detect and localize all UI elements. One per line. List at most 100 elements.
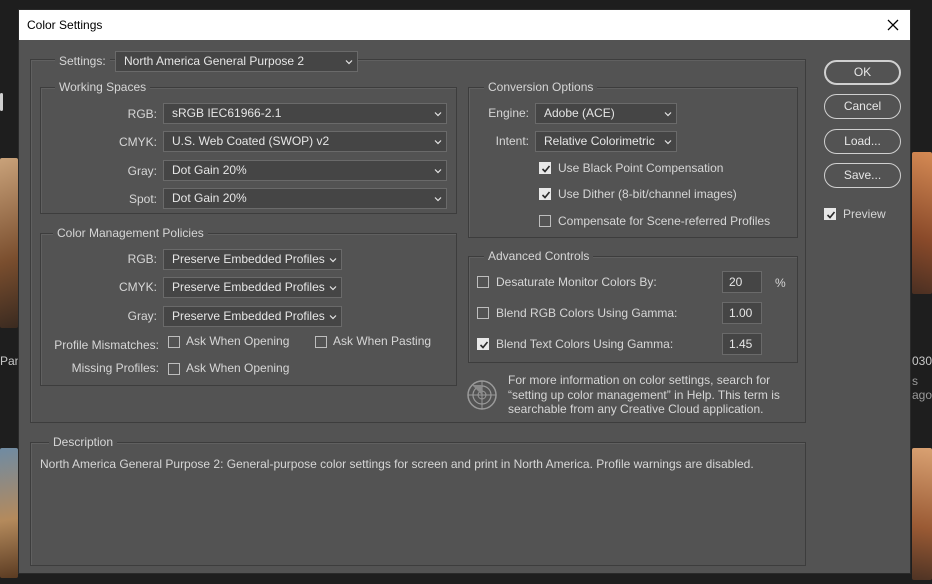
settings-select[interactable]: North America General Purpose 2 — [115, 51, 358, 72]
scene-referred-checkbox[interactable] — [539, 215, 551, 227]
policy-rgb-label: RGB: — [127, 252, 157, 266]
ask-when-opening-checkbox[interactable] — [168, 336, 180, 348]
background-thumbnail-right — [912, 152, 932, 294]
ws-cmyk-value: U.S. Web Coated (SWOP) v2 — [172, 134, 330, 148]
engine-select[interactable]: Adobe (ACE) — [535, 103, 677, 124]
chevron-down-icon — [434, 197, 442, 202]
chevron-down-icon — [329, 315, 337, 320]
description-title: Description — [49, 435, 118, 449]
profile-mismatches-label: Profile Mismatches: — [54, 338, 159, 352]
missing-ask-when-opening-checkbox[interactable] — [168, 363, 180, 375]
conversion-options-title: Conversion Options — [484, 80, 598, 94]
chevron-down-icon — [329, 286, 337, 291]
dialog-title: Color Settings — [27, 18, 103, 32]
settings-label: Settings: — [55, 54, 110, 68]
advanced-controls-title: Advanced Controls — [484, 249, 594, 263]
intent-select[interactable]: Relative Colorimetric — [535, 131, 677, 152]
blend-text-value: 1.45 — [729, 337, 753, 351]
ask-when-pasting-label: Ask When Pasting — [333, 334, 432, 348]
checkmark-icon — [479, 341, 489, 349]
blend-text-checkbox[interactable] — [477, 338, 489, 350]
policy-cmyk-select[interactable]: Preserve Embedded Profiles — [163, 277, 342, 298]
blend-rgb-label: Blend RGB Colors Using Gamma: — [496, 306, 678, 320]
scene-referred-label: Compensate for Scene-referred Profiles — [558, 214, 771, 228]
black-point-checkbox[interactable] — [539, 162, 551, 174]
title-bar: Color Settings — [19, 10, 910, 40]
blend-rgb-input[interactable]: 1.00 — [722, 302, 762, 324]
policy-cmyk-value: Preserve Embedded Profiles — [172, 280, 325, 294]
dither-label: Use Dither (8-bit/channel images) — [558, 187, 737, 201]
engine-value: Adobe (ACE) — [544, 106, 615, 120]
chevron-down-icon — [329, 258, 337, 263]
checkmark-icon — [541, 191, 551, 199]
desaturate-checkbox[interactable] — [477, 276, 489, 288]
policy-gray-label: Gray: — [127, 309, 157, 323]
intent-value: Relative Colorimetric — [544, 134, 655, 148]
load-button[interactable]: Load... — [824, 129, 901, 154]
desaturate-input[interactable]: 20 — [722, 271, 762, 293]
ws-spot-label: Spot: — [128, 192, 157, 206]
ask-when-pasting-checkbox[interactable] — [315, 336, 327, 348]
info-line-3: searchable from any Creative Cloud appli… — [508, 402, 764, 416]
checkmark-icon — [826, 211, 836, 219]
chevron-down-icon — [434, 169, 442, 174]
desaturate-label: Desaturate Monitor Colors By: — [496, 275, 657, 289]
background-thumbnail-left-2 — [0, 448, 18, 578]
blend-rgb-checkbox[interactable] — [477, 307, 489, 319]
policy-rgb-value: Preserve Embedded Profiles — [172, 252, 325, 266]
info-line-2: “setting up color management” in Help. T… — [508, 387, 780, 402]
color-management-info-icon — [467, 380, 497, 410]
blend-text-label: Blend Text Colors Using Gamma: — [496, 337, 674, 351]
info-line-1: For more information on color settings, … — [508, 373, 771, 387]
cancel-button[interactable]: Cancel — [824, 94, 901, 119]
close-button[interactable] — [882, 14, 904, 36]
intent-label: Intent: — [495, 134, 529, 148]
ws-gray-value: Dot Gain 20% — [172, 163, 247, 177]
ws-rgb-label: RGB: — [127, 107, 157, 121]
policy-cmyk-label: CMYK: — [118, 280, 157, 294]
chevron-down-icon — [434, 112, 442, 117]
save-button[interactable]: Save... — [824, 163, 901, 188]
desaturate-value: 20 — [729, 275, 743, 289]
policy-gray-select[interactable]: Preserve Embedded Profiles — [163, 306, 342, 327]
preview-checkbox[interactable] — [824, 208, 836, 220]
black-point-label: Use Black Point Compensation — [558, 161, 724, 175]
ws-rgb-value: sRGB IEC61966-2.1 — [172, 106, 282, 120]
description-text: North America General Purpose 2: General… — [40, 457, 754, 471]
background-thumbnail-left — [0, 158, 18, 328]
ok-button[interactable]: OK — [824, 60, 901, 85]
preview-label: Preview — [843, 207, 886, 221]
background-right-text: 0307 — [912, 354, 932, 368]
color-settings-dialog: Color Settings Settings: North America G… — [18, 9, 911, 574]
ask-when-opening-label: Ask When Opening — [186, 334, 290, 348]
missing-ask-when-opening-label: Ask When Opening — [186, 361, 290, 375]
background-mark-left — [0, 93, 3, 111]
working-spaces-title: Working Spaces — [55, 80, 151, 94]
policies-title: Color Management Policies — [53, 226, 208, 240]
blend-text-input[interactable]: 1.45 — [722, 333, 762, 355]
ws-gray-select[interactable]: Dot Gain 20% — [163, 160, 447, 181]
background-right-text-2: s ago — [912, 374, 932, 402]
info-text: For more information on color settings, … — [508, 373, 808, 417]
background-thumbnail-right-2 — [912, 448, 932, 580]
chevron-down-icon — [434, 140, 442, 145]
dither-checkbox[interactable] — [539, 188, 551, 200]
desaturate-unit: % — [775, 276, 786, 290]
chevron-down-icon — [664, 112, 672, 117]
checkmark-icon — [541, 165, 551, 173]
missing-profiles-label: Missing Profiles: — [71, 361, 159, 375]
engine-label: Engine: — [488, 106, 529, 120]
close-icon — [887, 19, 899, 31]
blend-rgb-value: 1.00 — [729, 306, 753, 320]
ws-spot-value: Dot Gain 20% — [172, 191, 247, 205]
ws-cmyk-label: CMYK: — [118, 135, 157, 149]
ws-spot-select[interactable]: Dot Gain 20% — [163, 188, 447, 209]
policy-rgb-select[interactable]: Preserve Embedded Profiles — [163, 249, 342, 270]
ws-gray-label: Gray: — [127, 164, 157, 178]
settings-select-value: North America General Purpose 2 — [124, 54, 305, 68]
ws-cmyk-select[interactable]: U.S. Web Coated (SWOP) v2 — [163, 131, 447, 152]
chevron-down-icon — [664, 140, 672, 145]
ws-rgb-select[interactable]: sRGB IEC61966-2.1 — [163, 103, 447, 124]
chevron-down-icon — [345, 60, 353, 65]
policy-gray-value: Preserve Embedded Profiles — [172, 309, 325, 323]
